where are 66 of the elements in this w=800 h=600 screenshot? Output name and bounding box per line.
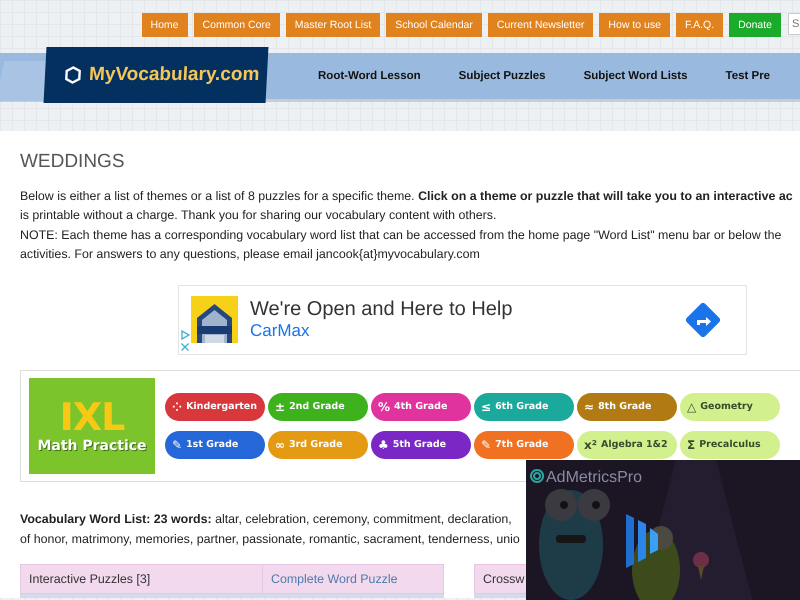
symbol-icon: △ <box>687 400 696 414</box>
nav-link[interactable]: Test Pre <box>726 70 770 82</box>
grade-button[interactable]: ✎ 7th Grade <box>474 430 574 459</box>
symbol-icon: ✎ <box>172 438 182 452</box>
intro-text: NOTE: Each theme has a corresponding vocabulary word list that can be accessed from the home page "Word List" menu bar or below the <box>20 226 782 244</box>
grade-label: 8th Grade <box>598 401 652 412</box>
grade-label: Kindergarten <box>186 401 258 412</box>
grade-label: 5th Grade <box>392 439 446 450</box>
grade-label: 1st Grade <box>186 439 238 450</box>
page-title: WEDDINGS <box>20 151 126 173</box>
logo-text: IXL <box>60 396 124 437</box>
grade-label: Algebra 1&2 <box>601 439 668 450</box>
symbol-icon: ≤ <box>481 400 492 414</box>
grade-label: 6th Grade <box>495 401 548 412</box>
grade-button[interactable]: Σ Precalculus <box>680 430 780 459</box>
grade-label: 2nd Grade <box>289 401 345 412</box>
symbol-icon: ± <box>275 400 286 414</box>
grade-label: 3rd Grade <box>289 439 343 450</box>
grade-button[interactable]: ♣ 5th Grade <box>371 430 471 459</box>
advertiser-link[interactable]: CarMax <box>250 321 310 340</box>
grade-label: 4th Grade <box>394 401 448 412</box>
ad-headline: We're Open and Here to Help <box>250 298 514 322</box>
symbol-icon: x² <box>584 438 597 452</box>
word-list-text: Vocabulary Word List: 23 words: altar, celebration, ceremony, commitment, declaration, <box>20 510 513 528</box>
symbol-icon: ✎ <box>481 438 492 452</box>
search-field[interactable]: S <box>788 13 800 35</box>
nav-link[interactable]: Subject Puzzles <box>458 70 546 82</box>
symbol-icon: ⁘ <box>172 400 182 414</box>
grade-button[interactable]: % 4th Grade <box>371 392 471 421</box>
symbol-icon: ∞ <box>275 438 285 452</box>
grade-button[interactable]: ≈ 8th Grade <box>577 392 677 421</box>
menu-button[interactable]: Current Newsletter <box>488 13 594 37</box>
menu-button[interactable]: Home <box>142 13 188 37</box>
intro-text: activities. For answers to any questions, please email jancook{at}myvocabulary.com <box>20 246 481 264</box>
symbol-icon: % <box>378 400 390 414</box>
table-cell: Interactive Puzzles [3] <box>20 564 262 594</box>
nav-link[interactable]: Root-Word Lesson <box>318 70 421 82</box>
menu-button[interactable]: Common Core <box>194 13 280 37</box>
grade-label: Precalculus <box>699 439 761 450</box>
menu-button[interactable]: Donate <box>729 13 781 37</box>
ad-banner[interactable]: We're Open and Here to Help CarMax <box>178 284 747 355</box>
menu-button[interactable]: How to use <box>599 13 670 37</box>
nav-link[interactable]: Subject Word Lists <box>584 70 688 82</box>
symbol-icon: ≈ <box>584 400 594 414</box>
grade-button[interactable]: ± 2nd Grade <box>268 392 368 421</box>
word-list-text: of honor, matrimony, memories, partner, passionate, romantic, sacrament, tenderness, unio <box>20 530 521 548</box>
intro-text: is printable without a charge. Thank you for sharing our vocabulary content with others. <box>20 207 498 224</box>
symbol-icon: ♣ <box>378 438 389 452</box>
symbol-icon: Σ <box>687 438 696 452</box>
grade-button[interactable]: ∞ 3rd Grade <box>268 430 368 459</box>
menu-button[interactable]: Master Root List <box>286 13 380 37</box>
hexagon-icon <box>64 66 82 84</box>
menu-button[interactable]: F.A.Q. <box>676 13 724 37</box>
intro-text: Below is either a list of themes or a list of 8 puzzles for a specific theme. Click on a theme or puzzle that will take you to an interactive ac <box>20 188 794 205</box>
grade-button[interactable]: x² Algebra 1&2 <box>577 430 677 459</box>
grade-button[interactable]: ✎ 1st Grade <box>165 430 265 459</box>
menu-button[interactable]: School Calendar <box>386 13 482 37</box>
grade-button[interactable]: ⁘ Kindergarten <box>165 392 265 421</box>
ad-choices-icon[interactable] <box>180 330 190 340</box>
grade-button[interactable]: ≤ 6th Grade <box>474 392 574 421</box>
grade-label: 7th Grade <box>495 439 548 450</box>
grade-label: Geometry <box>700 401 753 412</box>
site-logo[interactable]: MyVocabulary.com <box>44 47 268 103</box>
close-icon[interactable] <box>180 342 190 352</box>
grade-button[interactable]: △ Geometry <box>680 392 780 421</box>
logo-tagline: Math Practice <box>37 436 147 455</box>
